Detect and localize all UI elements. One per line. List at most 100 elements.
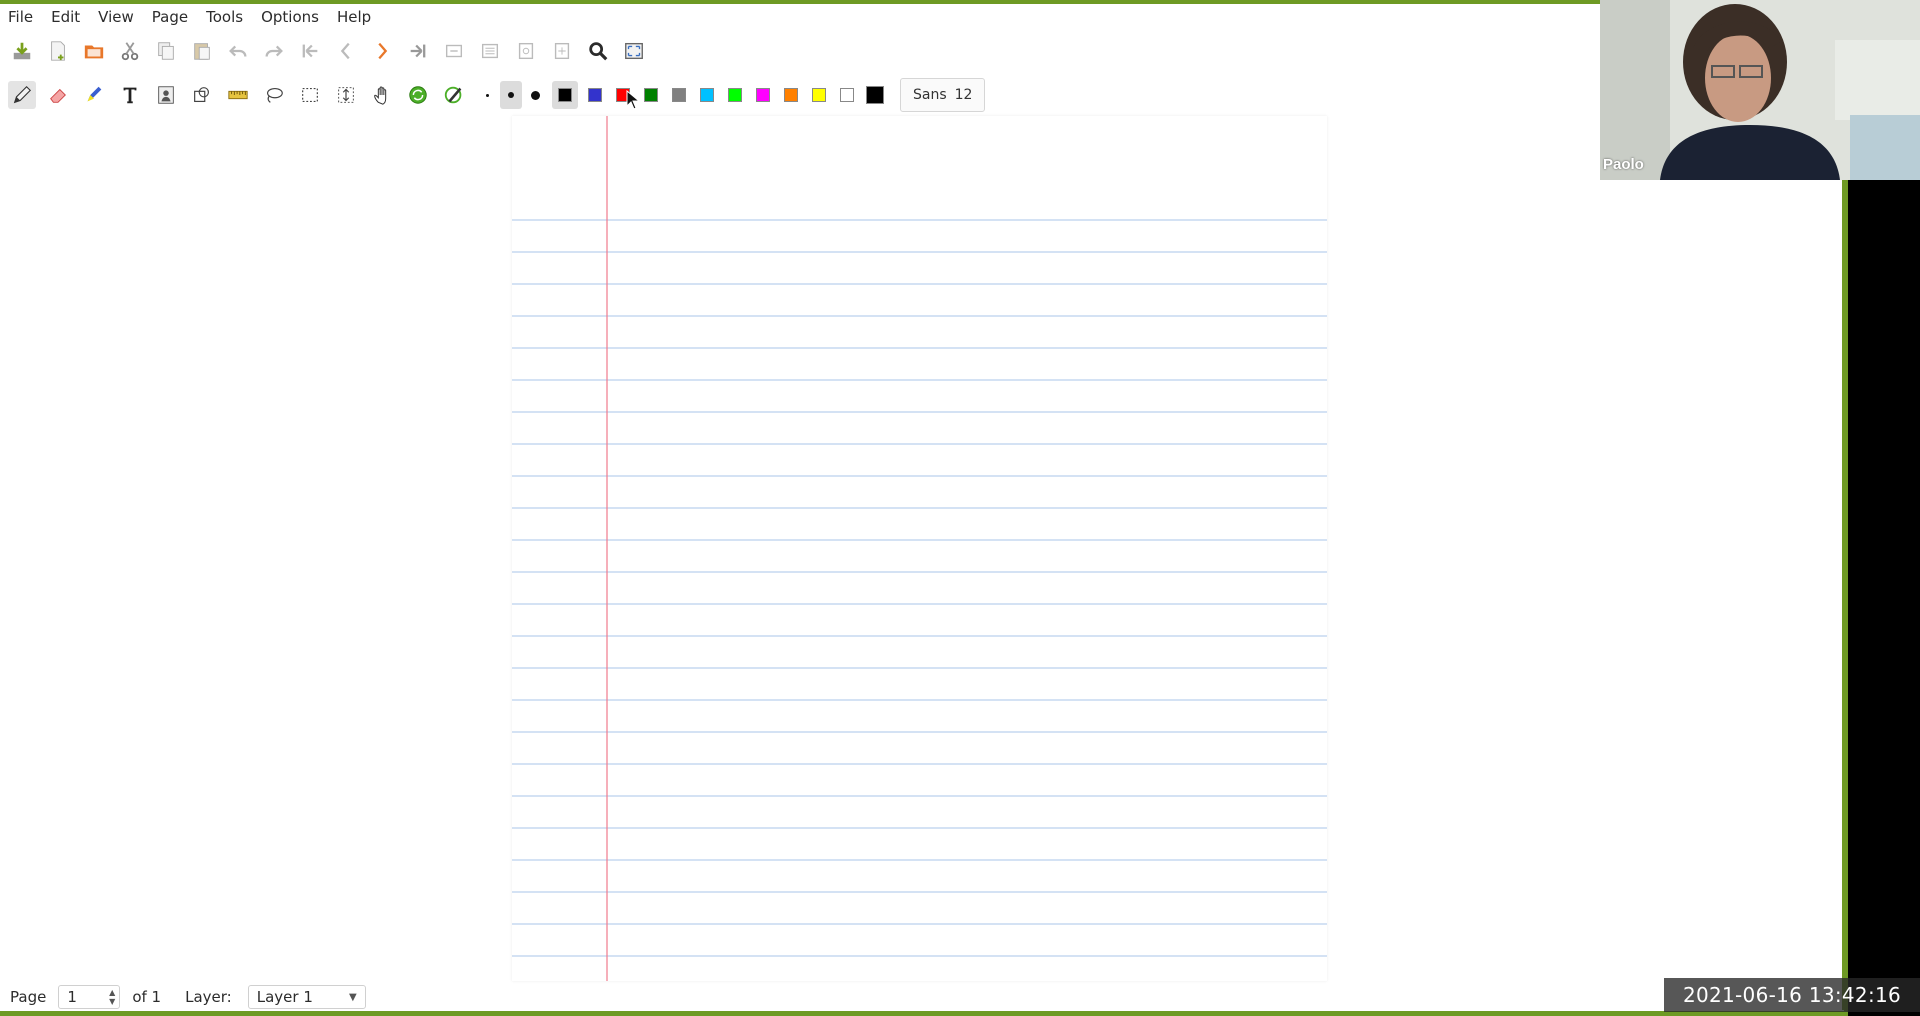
spinner-arrows-icon[interactable]: ▲ ▼ bbox=[109, 988, 119, 1006]
font-button[interactable]: Sans 12 bbox=[900, 78, 986, 112]
previous-page-icon bbox=[340, 42, 350, 60]
highlighter-icon bbox=[87, 86, 102, 102]
ruled-paper bbox=[512, 116, 1327, 981]
new-page-button[interactable] bbox=[44, 37, 72, 65]
pen-settings-button[interactable] bbox=[440, 81, 468, 109]
eraser-tool-button[interactable] bbox=[44, 81, 72, 109]
menu-edit[interactable]: Edit bbox=[42, 8, 89, 26]
page-number-value: 1 bbox=[67, 988, 77, 1006]
eraser-icon bbox=[50, 88, 66, 103]
color-black-button[interactable] bbox=[552, 81, 578, 109]
tools-toolbar: Sans 12 bbox=[8, 78, 986, 112]
thickness-medium-button[interactable] bbox=[500, 81, 522, 109]
vertical-space-icon bbox=[338, 87, 354, 103]
default-tool-icon bbox=[409, 86, 427, 104]
color-swatch bbox=[728, 88, 742, 102]
zoom-in-button[interactable] bbox=[548, 37, 576, 65]
menu-options[interactable]: Options bbox=[252, 8, 328, 26]
next-page-button[interactable] bbox=[368, 37, 396, 65]
color-blue-button[interactable] bbox=[584, 81, 606, 109]
color-swatch bbox=[756, 88, 770, 102]
chevron-down-icon: ▼ bbox=[349, 991, 357, 1003]
default-tool-button[interactable] bbox=[404, 81, 432, 109]
canvas-area[interactable] bbox=[0, 116, 1844, 986]
page-number-spinner[interactable]: 1 ▲ ▼ bbox=[58, 985, 121, 1009]
layer-dropdown[interactable]: Layer 1 ▼ bbox=[247, 985, 366, 1009]
open-button[interactable] bbox=[80, 37, 108, 65]
last-page-icon bbox=[410, 44, 426, 58]
color-orange-button[interactable] bbox=[780, 81, 802, 109]
last-page-button[interactable] bbox=[404, 37, 432, 65]
save-button[interactable] bbox=[8, 37, 36, 65]
image-tool-button[interactable] bbox=[152, 81, 180, 109]
color-light-green-button[interactable] bbox=[724, 81, 746, 109]
save-icon bbox=[13, 42, 31, 60]
black-sidebar bbox=[1848, 180, 1920, 1016]
ruled-lines bbox=[512, 219, 1327, 957]
image-icon bbox=[158, 86, 174, 104]
first-page-button[interactable] bbox=[296, 37, 324, 65]
copy-icon bbox=[158, 42, 174, 60]
zoom-fit-button[interactable] bbox=[476, 37, 504, 65]
text-tool-button[interactable] bbox=[116, 81, 144, 109]
previous-page-button[interactable] bbox=[332, 37, 360, 65]
color-swatch bbox=[784, 88, 798, 102]
rect-select-button[interactable] bbox=[296, 81, 324, 109]
zoom-fit-icon bbox=[481, 43, 499, 59]
color-swatch bbox=[588, 88, 602, 102]
thickness-thick-icon bbox=[530, 90, 540, 100]
color-light-blue-button[interactable] bbox=[696, 81, 718, 109]
search-button[interactable] bbox=[584, 37, 612, 65]
paste-button[interactable] bbox=[188, 37, 216, 65]
thickness-thick-button[interactable] bbox=[524, 81, 546, 109]
lasso-select-button[interactable] bbox=[260, 81, 288, 109]
thickness-fine-icon bbox=[485, 93, 489, 97]
color-white-button[interactable] bbox=[836, 81, 858, 109]
paste-icon bbox=[194, 43, 210, 60]
zoom-out-button[interactable] bbox=[440, 37, 468, 65]
menubar: File Edit View Page Tools Options Help bbox=[0, 4, 1600, 30]
zoom-normal-button[interactable] bbox=[512, 37, 540, 65]
hand-icon bbox=[374, 86, 387, 105]
menu-page[interactable]: Page bbox=[143, 8, 197, 26]
fullscreen-button[interactable] bbox=[620, 37, 648, 65]
redo-icon bbox=[265, 45, 283, 57]
thickness-fine-button[interactable] bbox=[476, 81, 498, 109]
redo-button[interactable] bbox=[260, 37, 288, 65]
color-swatch bbox=[700, 88, 714, 102]
color-swatch bbox=[558, 88, 572, 102]
color-magenta-button[interactable] bbox=[752, 81, 774, 109]
undo-button[interactable] bbox=[224, 37, 252, 65]
main-toolbar bbox=[8, 34, 656, 68]
menu-tools[interactable]: Tools bbox=[197, 8, 252, 26]
color-gray-button[interactable] bbox=[668, 81, 690, 109]
pen-tool-button[interactable] bbox=[8, 81, 36, 109]
ruler-icon bbox=[228, 90, 248, 100]
ruler-tool-button[interactable] bbox=[224, 81, 252, 109]
lasso-select-icon bbox=[266, 87, 283, 103]
menu-file[interactable]: File bbox=[0, 8, 42, 26]
menu-view[interactable]: View bbox=[89, 8, 143, 26]
cut-button[interactable] bbox=[116, 37, 144, 65]
ruled-page[interactable] bbox=[512, 116, 1327, 981]
rect-select-icon bbox=[302, 87, 318, 103]
color-custom-button[interactable] bbox=[864, 81, 886, 109]
shape-recognizer-button[interactable] bbox=[188, 81, 216, 109]
copy-button[interactable] bbox=[152, 37, 180, 65]
hand-tool-button[interactable] bbox=[368, 81, 396, 109]
color-green-button[interactable] bbox=[640, 81, 662, 109]
cut-icon bbox=[121, 42, 139, 61]
menu-help[interactable]: Help bbox=[328, 8, 380, 26]
thickness-medium-icon bbox=[508, 92, 514, 98]
first-page-icon bbox=[302, 44, 318, 58]
zoom-in-icon bbox=[554, 42, 570, 60]
undo-icon bbox=[229, 45, 247, 57]
color-swatch bbox=[672, 88, 686, 102]
highlighter-tool-button[interactable] bbox=[80, 81, 108, 109]
webcam-overlay bbox=[1600, 0, 1920, 180]
mouse-cursor-icon bbox=[626, 90, 640, 110]
color-yellow-button[interactable] bbox=[808, 81, 830, 109]
vertical-space-button[interactable] bbox=[332, 81, 360, 109]
layer-label: Layer: bbox=[185, 988, 232, 1006]
xournal-window: File Edit View Page Tools Options Help S… bbox=[0, 4, 1844, 1011]
